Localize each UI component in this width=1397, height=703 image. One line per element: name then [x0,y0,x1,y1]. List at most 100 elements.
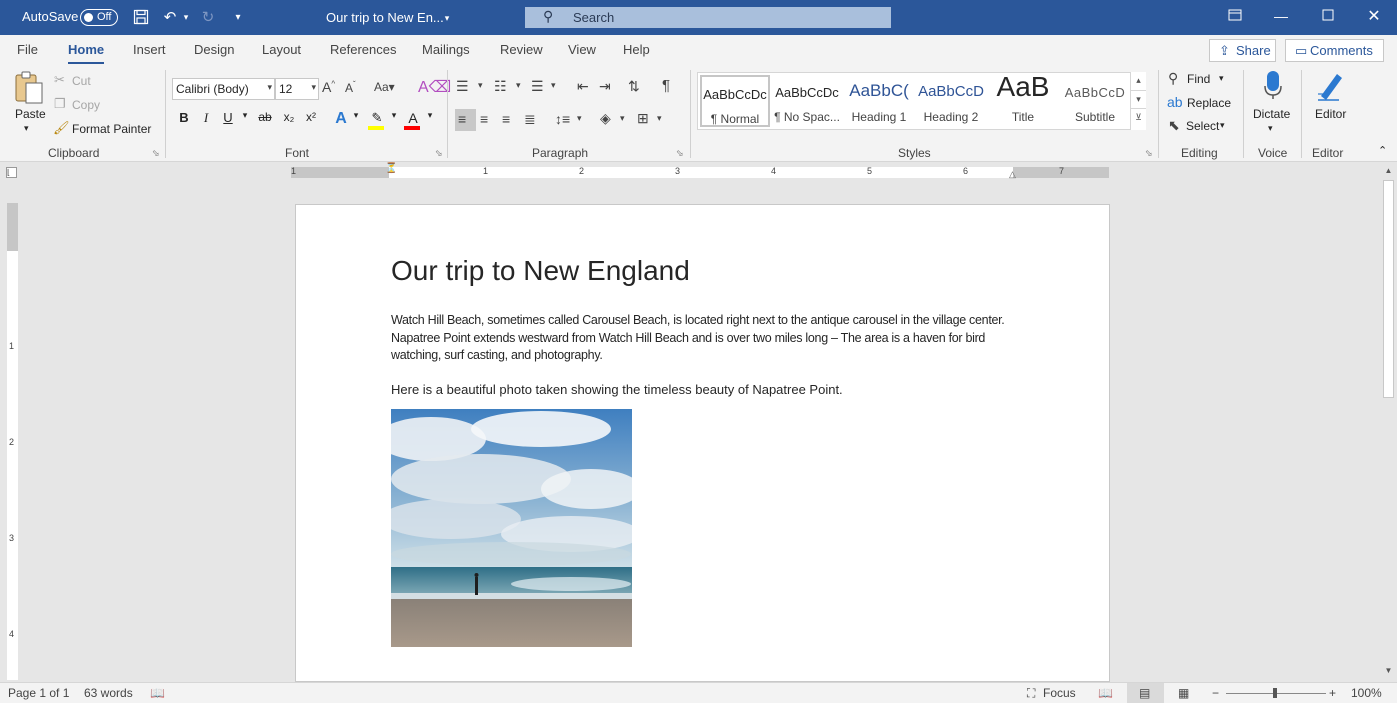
style-title[interactable]: AaB Title [988,71,1058,127]
font-launcher-icon[interactable]: ⬂ [435,148,443,159]
zoom-out-icon[interactable]: − [1212,686,1219,700]
clipboard-launcher-icon[interactable]: ⬂ [152,148,160,159]
read-mode-icon[interactable]: 📖 [1098,686,1113,700]
bold-icon[interactable]: B [175,110,193,128]
undo-dropdown-icon[interactable]: ▾ [180,7,192,27]
strikethrough-icon[interactable]: ab [256,110,274,128]
chevron-down-icon[interactable]: ▾ [1131,90,1146,108]
align-left-icon[interactable]: ≡ [458,111,466,127]
line-spacing-dropdown-icon[interactable]: ▾ [577,113,582,124]
horizontal-ruler[interactable]: 1 1 2 3 4 5 6 7 ⏳ △ [291,163,1109,180]
zoom-in-icon[interactable]: + [1329,686,1336,700]
tab-file[interactable]: File [17,42,38,57]
scroll-down-icon[interactable]: ▼ [1382,666,1395,679]
underline-dropdown-icon[interactable]: ▾ [236,110,254,128]
sort-icon[interactable]: ⇅ [628,78,640,95]
maximize-icon[interactable] [1318,8,1338,28]
show-marks-icon[interactable]: ¶ [662,77,670,94]
autosave-toggle[interactable]: Off [80,9,118,26]
share-button[interactable]: ⇪ Share [1209,39,1276,62]
bullets-icon[interactable]: ☰ [456,78,469,95]
tab-layout[interactable]: Layout [262,42,301,57]
scroll-up-icon[interactable]: ▲ [1382,166,1395,179]
scrollbar-thumb[interactable] [1383,180,1394,398]
replace-icon[interactable]: ab [1167,94,1183,110]
numbering-icon[interactable]: ☷ [494,78,507,95]
find-label[interactable]: Find [1187,72,1210,86]
comments-button[interactable]: ▭ Comments [1285,39,1384,62]
style-no-spacing[interactable]: AaBbCcDc ¶ No Spac... [772,75,842,127]
customize-qat-icon[interactable]: ▾ [228,7,248,27]
save-icon[interactable] [131,7,151,27]
shading-icon[interactable]: ◈ [600,110,611,127]
word-count[interactable]: 63 words [84,686,133,700]
dictate-dropdown-icon[interactable]: ▾ [1268,123,1273,134]
format-painter-label[interactable]: Format Painter [72,122,151,136]
ribbon-display-icon[interactable] [1225,8,1245,28]
format-painter-icon[interactable]: 🖌 [53,120,70,136]
style-heading-2[interactable]: AaBbCcD Heading 2 [916,75,986,127]
tab-insert[interactable]: Insert [133,42,166,57]
paste-label[interactable]: Paste [15,107,46,121]
paste-dropdown-icon[interactable]: ▾ [24,123,29,134]
tab-design[interactable]: Design [194,42,234,57]
align-center-icon[interactable]: ≡ [480,111,488,127]
borders-icon[interactable]: ⊞ [637,110,649,127]
focus-label[interactable]: Focus [1043,686,1076,700]
page-count[interactable]: Page 1 of 1 [8,686,69,700]
superscript-icon[interactable]: x² [302,110,320,128]
decrease-indent-icon[interactable]: ⇤ [577,78,589,95]
editor-label[interactable]: Editor [1315,107,1346,121]
document-page[interactable]: Our trip to New England Watch Hill Beach… [295,204,1110,682]
highlight-dropdown-icon[interactable]: ▾ [385,110,403,128]
focus-icon[interactable]: ⛶ [1027,686,1035,701]
paragraph-launcher-icon[interactable]: ⬂ [676,148,684,159]
minimize-icon[interactable]: — [1271,8,1291,28]
find-icon[interactable]: ⚲ [1168,70,1178,87]
zoom-slider-thumb[interactable] [1273,688,1277,698]
tab-review[interactable]: Review [500,42,543,57]
tab-home[interactable]: Home [68,42,105,65]
multilevel-list-icon[interactable]: ☰ [531,78,544,95]
tab-mailings[interactable]: Mailings [422,42,470,57]
numbering-dropdown-icon[interactable]: ▾ [516,80,521,91]
grow-font-icon[interactable]: A^ [322,79,335,95]
tab-references[interactable]: References [330,42,396,57]
editor-pen-icon[interactable] [1314,70,1346,102]
dictate-label[interactable]: Dictate [1253,107,1290,121]
borders-dropdown-icon[interactable]: ▾ [657,113,662,124]
document-heading[interactable]: Our trip to New England [391,255,690,287]
title-dropdown-icon[interactable]: ▾ [437,8,457,28]
print-layout-icon[interactable]: ▤ [1139,686,1150,700]
beach-photo[interactable] [391,409,632,647]
proofing-icon[interactable]: 📖 [150,686,165,700]
paste-icon[interactable] [12,70,46,106]
line-spacing-icon[interactable]: ↕≡ [555,111,570,127]
font-size-combo[interactable]: 12 ▾ [275,78,319,100]
vertical-scrollbar[interactable]: ▲ ▼ [1380,164,1397,682]
style-subtitle[interactable]: AaBbCcD Subtitle [1060,75,1130,127]
multilevel-dropdown-icon[interactable]: ▾ [551,80,556,91]
tab-view[interactable]: View [568,42,596,57]
web-layout-icon[interactable]: ▦ [1178,686,1189,700]
increase-indent-icon[interactable]: ⇥ [599,78,611,95]
redo-icon[interactable]: ↻ [198,7,218,27]
tab-help[interactable]: Help [623,42,650,57]
replace-label[interactable]: Replace [1187,96,1231,110]
text-effects-dropdown-icon[interactable]: ▾ [347,110,365,128]
search-box[interactable]: ⚲ Search [525,7,891,28]
select-label[interactable]: Select [1186,119,1219,133]
underline-icon[interactable]: U [219,110,237,128]
collapse-ribbon-icon[interactable]: ⌃ [1378,144,1387,157]
align-right-icon[interactable]: ≡ [502,111,510,127]
styles-launcher-icon[interactable]: ⬂ [1145,148,1153,159]
change-case-icon[interactable]: Aa▾ [374,80,395,94]
indent-marker-icon[interactable]: ⏳ [385,163,397,174]
right-indent-icon[interactable]: △ [1009,169,1016,180]
shrink-font-icon[interactable]: Aˇ [345,80,356,95]
shading-dropdown-icon[interactable]: ▾ [620,113,625,124]
find-dropdown-icon[interactable]: ▾ [1219,73,1224,84]
document-paragraph[interactable]: Watch Hill Beach, sometimes called Carou… [391,312,1011,365]
more-styles-icon[interactable]: ⊻ [1131,108,1146,127]
font-color-dropdown-icon[interactable]: ▾ [421,110,439,128]
